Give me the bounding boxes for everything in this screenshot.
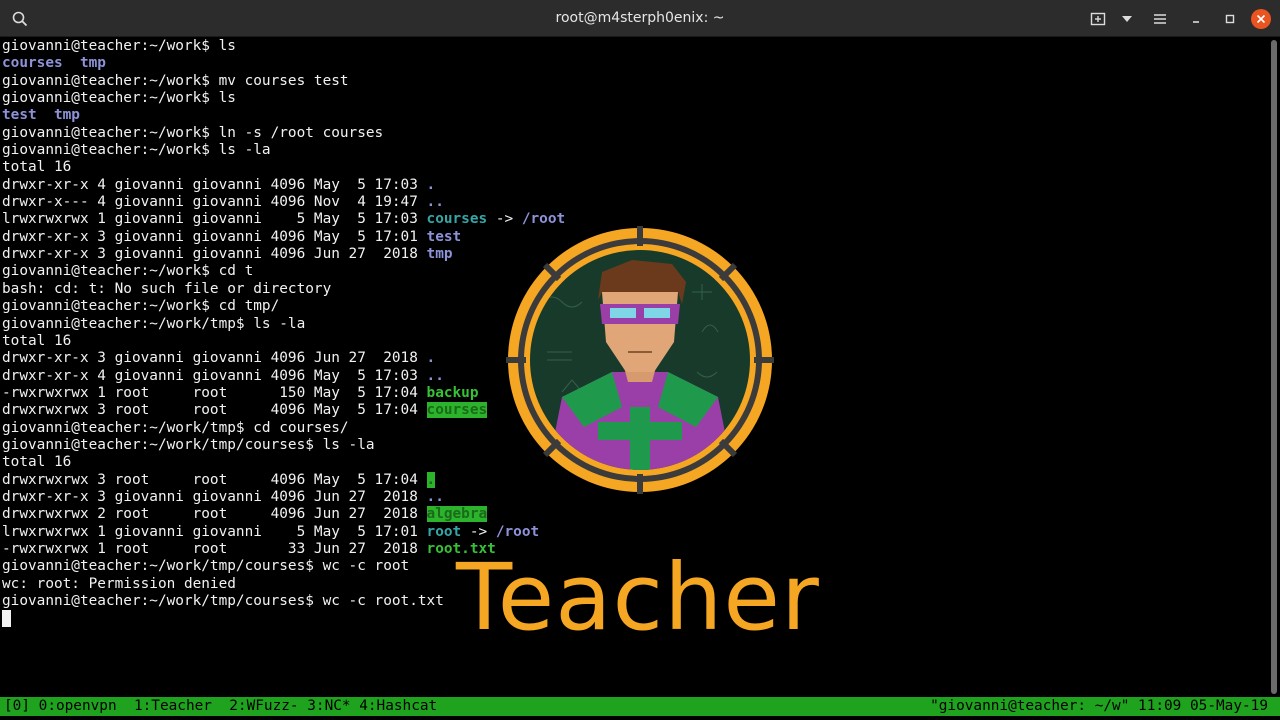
terminal-text: drwxr-xr-x 3 giovanni giovanni 4096 Jun … xyxy=(2,246,427,263)
terminal-text: lrwxrwxrwx 1 giovanni giovanni 5 May 5 1… xyxy=(2,523,427,540)
terminal-line: giovanni@teacher:~/work$ ls -la xyxy=(2,142,1268,159)
terminal-dir-text: test xyxy=(2,107,37,124)
terminal-text: total 16 xyxy=(2,332,72,349)
terminal-text: drwxrwxrwx 2 root root 4096 Jun 27 2018 xyxy=(2,506,427,523)
terminal-text: drwxr-x--- 4 giovanni giovanni 4096 Nov … xyxy=(2,194,427,211)
terminal-text: drwxrwxrwx 3 root root 4096 May 5 17:04 xyxy=(2,402,427,419)
terminal-dir-text: . xyxy=(426,350,436,367)
terminal-text: drwxrwxrwx 3 root root 4096 May 5 17:04 xyxy=(2,471,427,488)
terminal-dir-text: . xyxy=(426,176,436,193)
terminal-dir-text: tmp xyxy=(426,246,453,263)
terminal-text: total 16 xyxy=(2,159,72,176)
window-titlebar: root@m4sterph0enix: ~ xyxy=(0,0,1280,37)
terminal-dir-text: test xyxy=(426,228,462,245)
terminal-text: giovanni@teacher:~/work$ cd t xyxy=(2,263,254,280)
terminal-cursor xyxy=(2,610,11,628)
terminal-line: giovanni@teacher:~/work$ ls xyxy=(2,90,1268,107)
terminal-text: giovanni@teacher:~/work$ ls -la xyxy=(2,142,271,159)
terminal-dir-text: .. xyxy=(426,488,444,505)
terminal-line: drwxr-xr-x 4 giovanni giovanni 4096 May … xyxy=(2,177,1268,194)
terminal-hl-text: courses xyxy=(426,402,488,419)
scrollbar-thumb[interactable] xyxy=(1271,40,1277,694)
terminal-line: giovanni@teacher:~/work$ mv courses test xyxy=(2,73,1268,90)
new-tab-icon[interactable] xyxy=(1087,8,1109,30)
terminal-text: drwxr-xr-x 4 giovanni giovanni 4096 May … xyxy=(2,367,427,384)
terminal-text: giovanni@teacher:~/work$ mv courses test xyxy=(2,72,349,89)
terminal-line: drwxr-x--- 4 giovanni giovanni 4096 Nov … xyxy=(2,194,1268,211)
terminal-text: total 16 xyxy=(2,454,72,471)
terminal-text: giovanni@teacher:~/work/tmp$ cd courses/ xyxy=(2,419,349,436)
terminal-hl-text: algebra xyxy=(426,506,488,523)
terminal-scrollbar[interactable] xyxy=(1268,38,1280,694)
terminal-text: drwxr-xr-x 3 giovanni giovanni 4096 Jun … xyxy=(2,488,427,505)
terminal-line: giovanni@teacher:~/work$ ln -s /root cou… xyxy=(2,125,1268,142)
terminal-text: giovanni@teacher:~/work$ cd tmp/ xyxy=(2,298,280,315)
terminal-line: drwxrwxrwx 2 root root 4096 Jun 27 2018 … xyxy=(2,506,1268,523)
maximize-icon[interactable] xyxy=(1219,8,1241,30)
terminal-text: giovanni@teacher:~/work/tmp/courses$ wc … xyxy=(2,558,410,575)
terminal-line: lrwxrwxrwx 1 giovanni giovanni 5 May 5 1… xyxy=(2,524,1268,541)
tmux-window-list[interactable]: [0] 0:openvpn 1:Teacher 2:WFuzz- 3:NC* 4… xyxy=(4,697,437,716)
terminal-text: -> xyxy=(461,523,496,540)
terminal-text: giovanni@teacher:~/work/tmp/courses$ ls … xyxy=(2,436,375,453)
hamburger-menu-icon[interactable] xyxy=(1149,8,1171,30)
teacher-logo xyxy=(506,226,774,494)
terminal-link-text: courses xyxy=(426,211,488,228)
terminal-text: drwxr-xr-x 3 giovanni giovanni 4096 Jun … xyxy=(2,350,427,367)
terminal-dir-text: tmp xyxy=(53,107,80,124)
tmux-status-bar: [0] 0:openvpn 1:Teacher 2:WFuzz- 3:NC* 4… xyxy=(0,697,1280,716)
terminal-line: test tmp xyxy=(2,107,1268,124)
terminal-dir-text: /root xyxy=(495,523,540,540)
terminal-line: giovanni@teacher:~/work$ ls xyxy=(2,38,1268,55)
terminal-line: courses tmp xyxy=(2,55,1268,72)
terminal-text: giovanni@teacher:~/work$ ls xyxy=(2,38,236,54)
terminal-text: giovanni@teacher:~/work$ ln -s /root cou… xyxy=(2,124,384,141)
terminal-text: -rwxrwxrwx 1 root root 33 Jun 27 2018 xyxy=(2,540,427,557)
terminal-text: drwxr-xr-x 3 giovanni giovanni 4096 May … xyxy=(2,228,427,245)
terminal-text: giovanni@teacher:~/work/tmp/courses$ wc … xyxy=(2,593,444,609)
terminal-text: wc: root: Permission denied xyxy=(2,575,236,592)
terminal-dir-text: courses xyxy=(2,55,63,72)
terminal-dir-text: tmp xyxy=(79,55,106,72)
terminal-text: giovanni@teacher:~/work$ ls xyxy=(2,90,236,107)
terminal-text: giovanni@teacher:~/work/tmp$ ls -la xyxy=(2,315,306,332)
brand-title: Teacher xyxy=(456,544,820,651)
terminal-hl-text: . xyxy=(426,471,436,488)
terminal-link-text: root xyxy=(426,523,462,540)
tmux-status-info: "giovanni@teacher: ~/w" 11:09 05-May-19 xyxy=(930,698,1268,714)
terminal-text: drwxr-xr-x 4 giovanni giovanni 4096 May … xyxy=(2,176,427,193)
terminal-dir-text: .. xyxy=(426,194,444,211)
terminal-text: -rwxrwxrwx 1 root root 150 May 5 17:04 xyxy=(2,384,427,401)
close-icon[interactable] xyxy=(1251,9,1271,29)
terminal-text: lrwxrwxrwx 1 giovanni giovanni 5 May 5 1… xyxy=(2,211,427,228)
terminal-line: total 16 xyxy=(2,159,1268,176)
terminal-text: bash: cd: t: No such file or directory xyxy=(2,280,332,297)
minimize-icon[interactable] xyxy=(1185,8,1207,30)
terminal-dir-text: .. xyxy=(426,367,444,384)
chevron-down-icon[interactable] xyxy=(1116,8,1138,30)
terminal-exe-text: backup xyxy=(426,384,479,401)
